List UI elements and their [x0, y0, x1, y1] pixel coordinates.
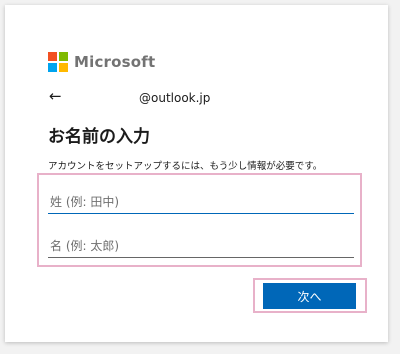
- page-description: アカウントをセットアップするには、もう少し情報が必要です。: [48, 161, 323, 172]
- next-button[interactable]: 次へ: [263, 283, 356, 309]
- account-identity: @outlook.jp: [139, 91, 211, 105]
- signin-card: Microsoft ← @outlook.jp お名前の入力 アカウントをセット…: [5, 5, 388, 342]
- microsoft-logo-icon: [48, 52, 68, 72]
- last-name-input[interactable]: [48, 190, 354, 214]
- microsoft-logo: Microsoft: [48, 52, 155, 72]
- back-arrow-icon[interactable]: ←: [49, 89, 62, 104]
- microsoft-logo-text: Microsoft: [74, 53, 156, 71]
- page-title: お名前の入力: [48, 127, 150, 147]
- first-name-input[interactable]: [48, 234, 354, 258]
